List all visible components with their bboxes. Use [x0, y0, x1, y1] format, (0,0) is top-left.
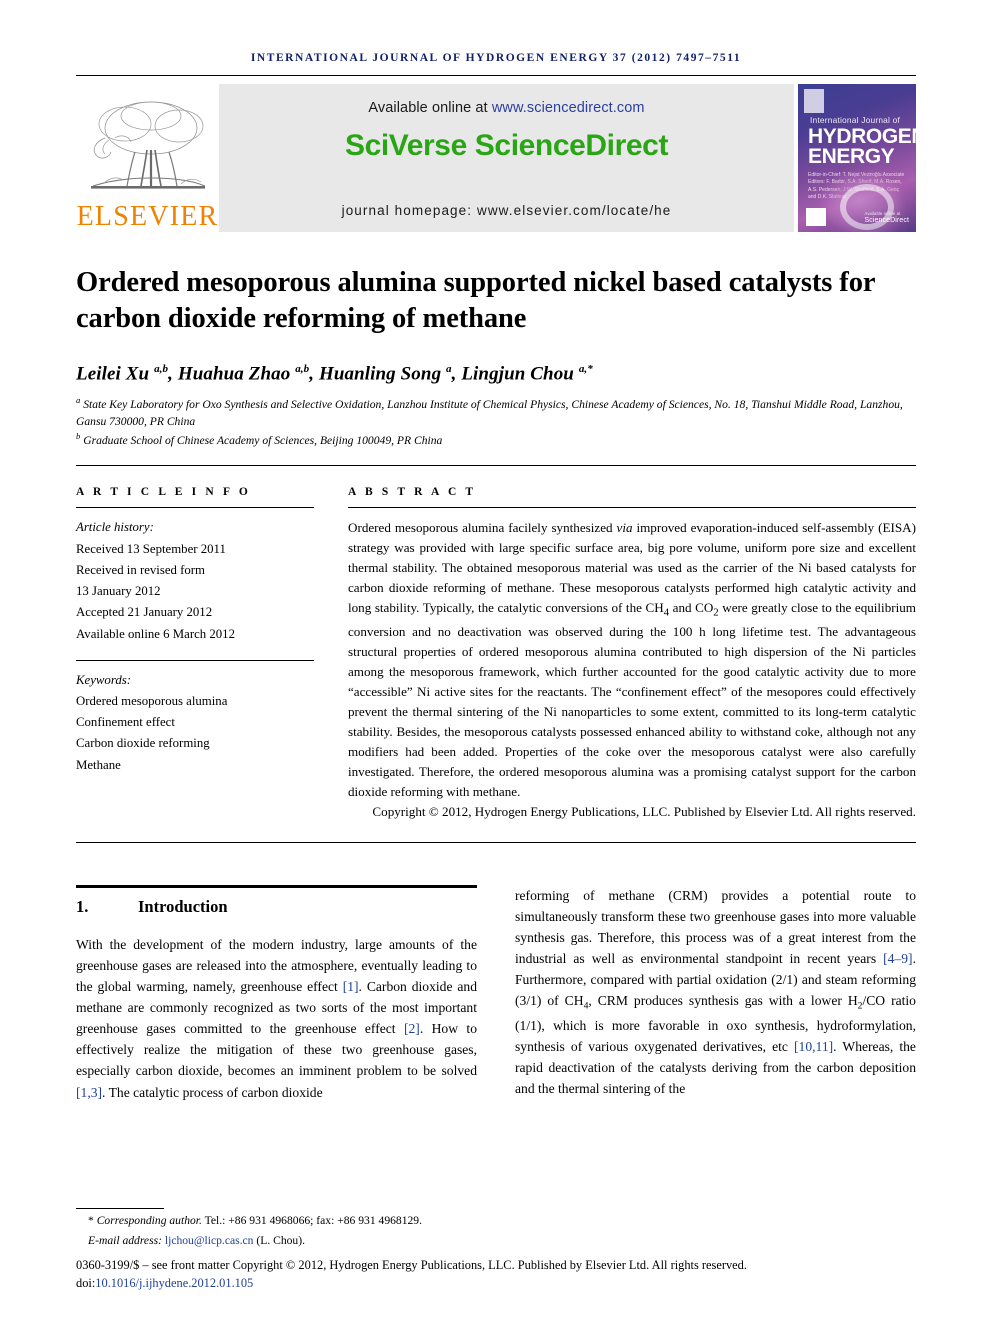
- cover-sciencedirect-tiny: Available online at: [864, 211, 901, 216]
- info-bottom-rule: [76, 842, 916, 844]
- page-footnote: * Corresponding author. Tel.: +86 931 49…: [76, 1208, 916, 1293]
- body-columns: 1. Introduction With the development of …: [76, 885, 916, 1103]
- elsevier-tree-icon: [90, 101, 205, 189]
- doi-prefix: doi:: [76, 1276, 96, 1291]
- masthead: ELSEVIER Available online at www.science…: [76, 84, 916, 232]
- history-item: Received 13 September 2011: [76, 541, 226, 556]
- abstract-copyright-text: Copyright © 2012, Hydrogen Energy Public…: [372, 804, 916, 820]
- abstract-column: A B S T R A C T Ordered mesoporous alumi…: [348, 486, 916, 822]
- section-heading: 1. Introduction: [76, 897, 477, 917]
- abstract-rule: [348, 507, 916, 509]
- body-right-column: reforming of methane (CRM) provides a po…: [515, 885, 916, 1103]
- article-info-heading: A R T I C L E I N F O: [76, 486, 251, 499]
- journal-cover-thumbnail: International Journal of HYDROGEN ENERGY…: [798, 84, 916, 232]
- keyword-item: Carbon dioxide reforming: [76, 736, 210, 751]
- keywords-label: Keywords:: [76, 672, 131, 687]
- article-history-label: Article history:: [76, 520, 154, 535]
- intro-paragraph-right: reforming of methane (CRM) provides a po…: [515, 888, 916, 1097]
- doi-value[interactable]: 10.1016/j.ijhydene.2012.01.105: [95, 1276, 253, 1290]
- body-left-column: 1. Introduction With the development of …: [76, 885, 477, 1103]
- asterisk-icon: *: [88, 1214, 97, 1227]
- cover-ihe-logo-icon: [806, 208, 826, 226]
- cover-journal-kicker: International Journal of: [810, 115, 901, 125]
- article-history: Article history: Received 13 September 2…: [76, 517, 314, 644]
- section-title: Introduction: [138, 897, 228, 917]
- affiliations: a State Key Laboratory for Oxo Synthesis…: [76, 395, 903, 448]
- section-rule: [76, 885, 477, 889]
- article-title: Ordered mesoporous alumina supported nic…: [76, 267, 875, 334]
- keywords-rule: [76, 659, 314, 661]
- section-number: 1.: [76, 897, 89, 917]
- email-note[interactable]: E-mail address: ljchou@licp.cas.cn (L. C…: [76, 1232, 916, 1249]
- history-item: Received in revised form: [76, 562, 205, 577]
- article-info-column: A R T I C L E I N F O Article history: R…: [76, 486, 314, 822]
- abstract-copyright: Copyright © 2012, Hydrogen Energy Public…: [348, 802, 916, 822]
- cover-title-line-1: HYDROGEN: [808, 125, 916, 148]
- body-column-gap: [477, 885, 515, 1103]
- elsevier-wordmark: ELSEVIER: [76, 201, 219, 232]
- available-online-prefix: Available online at: [368, 100, 492, 116]
- abstract-heading: A B S T R A C T: [348, 486, 477, 499]
- corresponding-author-note: * Corresponding author. Tel.: +86 931 49…: [76, 1212, 916, 1229]
- sciencedirect-url[interactable]: www.sciencedirect.com: [492, 100, 645, 116]
- intro-paragraph-left: With the development of the modern indus…: [76, 937, 478, 1100]
- info-abstract-area: A R T I C L E I N F O Article history: R…: [76, 486, 916, 822]
- history-item: Available online 6 March 2012: [76, 626, 235, 641]
- cover-sciencedirect-mark: Available online at ScienceDirect: [865, 211, 909, 224]
- cover-elsevier-logo-icon: [804, 89, 824, 113]
- column-gap: [314, 486, 348, 822]
- article-info-rule: [76, 507, 314, 509]
- journal-homepage-line[interactable]: journal homepage: www.elsevier.com/locat…: [219, 203, 794, 218]
- author-list: Leilei Xu a,b, Huahua Zhao a,b, Huanling…: [76, 362, 593, 385]
- elsevier-logo: ELSEVIER: [76, 84, 219, 232]
- history-item: 13 January 2012: [76, 584, 161, 599]
- keyword-item: Ordered mesoporous alumina: [76, 693, 228, 708]
- footnote-rule: [76, 1208, 164, 1209]
- header-rule: [76, 75, 916, 76]
- keywords-block: Keywords: Ordered mesoporous alumina Con…: [76, 670, 314, 776]
- article-first-page: International Journal of Hydrogen Energy…: [0, 0, 992, 1323]
- corresponding-author-text: Corresponding author. Tel.: +86 931 4968…: [96, 1214, 423, 1227]
- keyword-item: Confinement effect: [76, 715, 175, 730]
- history-item: Accepted 21 January 2012: [76, 605, 213, 620]
- journal-cover-image: International Journal of HYDROGEN ENERGY…: [798, 84, 916, 232]
- sciencedirect-band: Available online at www.sciencedirect.co…: [219, 84, 794, 232]
- issn-copyright-line: 0360-3199/$ – see front matter Copyright…: [76, 1257, 747, 1272]
- abstract-body: Ordered mesoporous alumina facilely synt…: [348, 520, 916, 800]
- sciverse-sciencedirect-logo: SciVerse ScienceDirect: [344, 129, 669, 162]
- cover-title-line-2: ENERGY: [808, 145, 895, 168]
- info-top-rule: [76, 465, 916, 467]
- keyword-item: Methane: [76, 757, 121, 772]
- available-online-line: Available online at www.sciencedirect.co…: [368, 100, 644, 116]
- doi-line[interactable]: doi:10.1016/j.ijhydene.2012.01.105: [76, 1274, 916, 1293]
- cover-sciencedirect-label: ScienceDirect: [864, 217, 909, 224]
- running-head: International Journal of Hydrogen Energy…: [250, 52, 742, 64]
